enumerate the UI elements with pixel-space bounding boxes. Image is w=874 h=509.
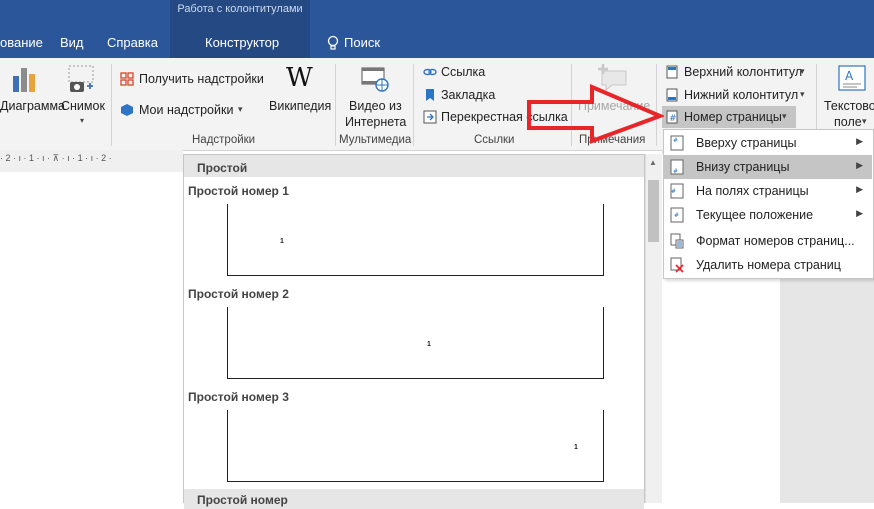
chevron-down-icon: ▾: [800, 89, 805, 99]
gallery-item-preview-1[interactable]: 1: [227, 204, 604, 276]
svg-text:#: #: [671, 188, 676, 195]
group-separator: [335, 64, 336, 146]
tab-review[interactable]: ование: [0, 35, 43, 50]
menu-item-label: Текущее положение: [696, 208, 814, 222]
chevron-right-icon: ▶: [856, 136, 863, 146]
menu-item-label: Внизу страницы: [696, 160, 790, 174]
remove-page-numbers-icon: [670, 257, 684, 273]
chevron-right-icon: ▶: [856, 184, 863, 194]
header-button[interactable]: Верхний колонтитул: [684, 65, 802, 79]
svg-text:#: #: [669, 114, 677, 124]
svg-text:#: #: [673, 137, 678, 144]
svg-text:A: A: [845, 69, 854, 83]
page-margin-icon: #: [670, 183, 684, 199]
page-number-button[interactable]: Номер страницы: [684, 110, 782, 124]
group-separator: [413, 64, 414, 146]
group-label-media: Мультимедиа: [339, 134, 412, 146]
textbox-icon: A: [838, 65, 866, 91]
chevron-right-icon: ▶: [856, 208, 863, 218]
menu-item-current-position[interactable]: # Текущее положение ▶: [664, 203, 872, 227]
scroll-up-icon[interactable]: ▲: [649, 158, 657, 167]
chevron-down-icon: ▾: [80, 116, 85, 125]
svg-text:#: #: [673, 168, 678, 175]
group-separator: [111, 64, 112, 146]
chevron-down-icon: ▾: [238, 104, 243, 114]
footer-icon: [666, 88, 678, 102]
tab-view[interactable]: Вид: [60, 35, 84, 50]
menu-item-label: Удалить номера страниц: [696, 258, 841, 272]
wikipedia-button[interactable]: Википедия: [269, 99, 331, 113]
chevron-down-icon: ▾: [782, 111, 787, 121]
annotation-arrow: [527, 84, 664, 144]
textbox-label-2[interactable]: поле: [834, 115, 862, 129]
tab-search[interactable]: Поиск: [344, 35, 380, 50]
page-top-icon: #: [670, 135, 684, 151]
chart-icon: [13, 68, 35, 92]
group-label-addins: Надстройки: [192, 134, 256, 146]
online-video-label-2[interactable]: Интернета: [345, 115, 406, 129]
current-position-icon: #: [670, 207, 684, 223]
bookmark-icon: [426, 89, 434, 101]
page-number-sample: 1: [574, 444, 578, 451]
menu-item-bottom-of-page[interactable]: # Внизу страницы ▶: [664, 155, 872, 179]
get-addins-button[interactable]: Получить надстройки: [139, 72, 264, 86]
header-icon: [666, 65, 678, 79]
chevron-down-icon: ▾: [862, 116, 867, 126]
chart-button[interactable]: Диаграмма: [0, 99, 65, 113]
menu-item-format-page-numbers[interactable]: Формат номеров страниц...: [664, 229, 872, 253]
chevron-right-icon: ▶: [856, 160, 863, 170]
camera-icon: [68, 65, 94, 92]
ruler-marks: · 2 · ı · 1 · ı · ⊼ · ı · 1 · ı · 2 ·: [0, 153, 112, 163]
lightbulb-icon: [327, 35, 339, 50]
page-number-icon: #: [666, 110, 678, 124]
store-icon: [120, 72, 134, 86]
page-number-sample: 1: [427, 341, 431, 348]
link-button[interactable]: Ссылка: [441, 65, 485, 79]
textbox-label-1[interactable]: Текстово: [824, 99, 874, 113]
wikipedia-icon: W: [286, 63, 313, 93]
footer-button[interactable]: Нижний колонтитул: [684, 88, 798, 102]
online-video-icon: [361, 67, 389, 92]
svg-text:#: #: [674, 212, 679, 219]
gallery-item-title: Простой номер 2: [188, 287, 289, 301]
chevron-down-icon: ▾: [800, 66, 805, 76]
menu-item-remove-page-numbers[interactable]: Удалить номера страниц: [664, 253, 872, 277]
page-bottom-icon: #: [670, 159, 684, 175]
my-addins-button[interactable]: Мои надстройки: [139, 103, 233, 117]
cross-reference-icon: [423, 110, 437, 124]
gallery-section-header: Простой: [184, 155, 644, 177]
screenshot-button[interactable]: Снимок: [61, 99, 105, 113]
tab-design[interactable]: Конструктор: [205, 35, 279, 50]
page-number-sample: 1: [280, 238, 284, 245]
addins-cube-icon: [121, 104, 133, 116]
menu-item-page-margins[interactable]: # На полях страницы ▶: [664, 179, 872, 203]
bookmark-button[interactable]: Закладка: [441, 88, 495, 102]
document-area[interactable]: [0, 172, 183, 503]
format-page-numbers-icon: [670, 233, 684, 249]
menu-item-label: Формат номеров страниц...: [696, 234, 855, 248]
gallery-item-title: Простой номер 1: [188, 184, 289, 198]
page-number-gallery: Простой Простой номер 1 1 Простой номер …: [183, 154, 645, 509]
gallery-item-preview-3[interactable]: 1: [227, 410, 604, 482]
contextual-group-label: Работа с колонтитулами: [177, 3, 303, 15]
menu-item-label: Вверху страницы: [696, 136, 797, 150]
scrollbar-thumb[interactable]: [648, 180, 659, 242]
link-icon: [423, 68, 437, 76]
menu-item-top-of-page[interactable]: # Вверху страницы ▶: [664, 131, 872, 155]
group-label-links: Ссылки: [474, 134, 515, 146]
menu-item-label: На полях страницы: [696, 184, 809, 198]
gallery-item-preview-2[interactable]: 1: [227, 307, 604, 379]
online-video-label-1[interactable]: Видео из: [349, 99, 402, 113]
tab-help[interactable]: Справка: [107, 35, 158, 50]
gallery-item-title: Простой номер 3: [188, 390, 289, 404]
gallery-next-section: Простой номер: [184, 489, 644, 509]
